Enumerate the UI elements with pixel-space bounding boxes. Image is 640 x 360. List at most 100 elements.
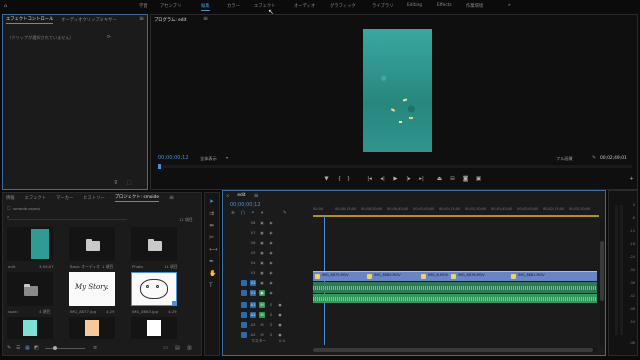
solo-button[interactable]: S [268,322,274,328]
audio-clip[interactable] [313,294,597,303]
eye-icon[interactable]: ◉ [268,220,274,226]
project-item-color[interactable] [131,317,177,339]
new-item-icon[interactable]: ▤ [175,345,180,351]
mute-button[interactable]: M [259,302,265,308]
track-target[interactable] [241,332,247,338]
new-bin-icon[interactable]: ▭ [163,345,168,351]
tab-markers[interactable]: マーカー [56,195,73,201]
tab-project[interactable]: プロジェクト: smoide [114,194,159,202]
export-frame-icon[interactable]: ⬚ [127,180,132,186]
snap-icon[interactable]: ⋂ [241,211,245,217]
mic-icon[interactable]: ● [277,302,283,308]
slip-tool-icon[interactable]: ⟷ [209,247,218,253]
tab-sequence[interactable]: edit [237,193,245,198]
extract-button[interactable]: ⊟ [449,176,456,183]
workspace-tab-editing[interactable]: Editing [407,3,422,8]
solo-button[interactable]: S [268,332,274,338]
add-marker-button[interactable]: ▼ [323,176,330,183]
track-target[interactable] [241,230,247,236]
close-icon[interactable]: × [226,193,229,199]
workspace-tab-assembly[interactable]: アセンブリ [160,3,181,9]
mute-button[interactable]: M [259,312,265,318]
workspace-tab-effects-en[interactable]: Effects [437,3,452,8]
panel-menu-icon[interactable]: ≡ [203,16,208,22]
play-button[interactable]: ▶ [392,176,399,183]
tab-effects[interactable]: エフェクト [25,195,46,201]
eye-icon[interactable]: ◉ [268,270,274,276]
workspace-tab-libraries[interactable]: ライブラリ [372,3,393,9]
lock-track-icon[interactable]: ▣ [259,260,265,266]
workspace-tab-audio[interactable]: オーディオ [294,3,315,9]
vertical-scrollbar[interactable] [600,221,604,345]
project-item-color[interactable] [69,317,115,339]
eye-icon[interactable]: ◉ [268,230,274,236]
tab-audio-clip-mixer[interactable]: オーディオクリップミキサー [61,17,116,23]
workspace-tab-environment[interactable]: 作業環境 [466,3,483,9]
workspace-tab-edit[interactable]: 編集 [201,3,210,11]
track-target[interactable] [241,302,247,308]
comparison-view-button[interactable]: ▣ [475,176,482,183]
eye-icon[interactable]: ◉ [268,260,274,266]
collapse-icon[interactable]: ⊳ [107,34,111,40]
hand-tool-icon[interactable]: ✋ [209,271,216,277]
step-back-button[interactable]: ◂| [379,176,386,183]
mark-out-button[interactable]: } [345,176,352,183]
export-frame-button[interactable]: ◙ [462,176,469,183]
list-view-icon[interactable]: ☰ [16,345,20,351]
mic-icon[interactable]: ● [277,322,283,328]
track-target[interactable] [241,220,247,226]
timeline-timecode[interactable]: 00;00;00;12 [230,202,261,208]
wrench-icon[interactable]: ✎ [592,155,596,161]
time-ruler[interactable]: 00;00 00;00;15;00 00;00;30;00 00;00;45;0… [313,207,599,217]
eye-icon[interactable]: ◉ [268,290,274,296]
eye-icon[interactable]: ◉ [268,250,274,256]
track-target[interactable] [241,322,247,328]
mute-button[interactable]: M [259,322,265,328]
project-item-folder[interactable] [7,272,53,306]
lock-track-icon[interactable]: ▣ [259,230,265,236]
add-button[interactable]: + [628,176,635,183]
icon-view-icon[interactable]: ▦ [25,345,30,351]
go-to-out-button[interactable]: ▸| [418,176,425,183]
video-clip[interactable]: IMG_8.MOV [419,271,449,281]
track-target[interactable] [241,312,247,318]
zoom-slider[interactable] [45,346,85,350]
zoom-level-select[interactable]: 全体表示 [200,156,217,162]
tab-history[interactable]: ヒストリー [83,195,104,201]
project-item-sequence[interactable] [7,227,53,261]
linked-selection-icon[interactable]: ⚭ [251,211,255,217]
panel-menu-icon[interactable]: ≡ [254,192,259,199]
panel-menu-icon[interactable]: ≡ [139,16,144,22]
workspace-tab-graphics[interactable]: グラフィック [330,3,356,9]
track-target[interactable] [241,280,247,286]
ripple-edit-tool-icon[interactable]: ⇹ [209,223,214,229]
step-forward-button[interactable]: |▸ [405,176,412,183]
workspace-overflow-button[interactable]: » [508,3,511,8]
workspace-tab-color[interactable]: カラー [227,3,240,9]
solo-button[interactable]: S [268,302,274,308]
lock-track-icon[interactable]: ▣ [259,240,265,246]
tab-info[interactable]: 情報 [6,195,15,201]
selection-tool-icon[interactable]: ➤ [209,199,214,205]
quality-select[interactable]: フル画質 [556,156,573,162]
track-select-tool-icon[interactable]: ⇉ [209,211,214,217]
add-marker-icon[interactable]: ▾ [261,211,263,217]
master-value[interactable]: 0.0 [279,338,285,343]
eye-icon[interactable]: ◉ [268,280,274,286]
nest-icon[interactable]: ⊕ [231,211,235,217]
program-mini-timeline[interactable] [158,164,632,169]
settings-wrench-icon[interactable]: ✎ [283,211,287,217]
program-timecode[interactable]: 00;00;00;12 [158,155,189,161]
project-item-image[interactable]: My Story. [69,272,115,306]
video-clip[interactable]: IMG_8875.MOV [313,271,365,281]
video-clip[interactable]: IMG_8881.MOV [509,271,597,281]
mic-icon[interactable]: ● [277,312,283,318]
track-target[interactable] [241,250,247,256]
home-icon[interactable]: ⌂ [4,3,7,9]
pen-tool-icon[interactable]: ✒ [209,259,214,265]
lock-track-icon[interactable]: ▣ [259,250,265,256]
solo-button[interactable]: S [268,312,274,318]
go-to-in-button[interactable]: |◂ [366,176,373,183]
type-tool-icon[interactable]: T [209,283,213,289]
video-clip[interactable]: IMG_8880.MOV [365,271,419,281]
